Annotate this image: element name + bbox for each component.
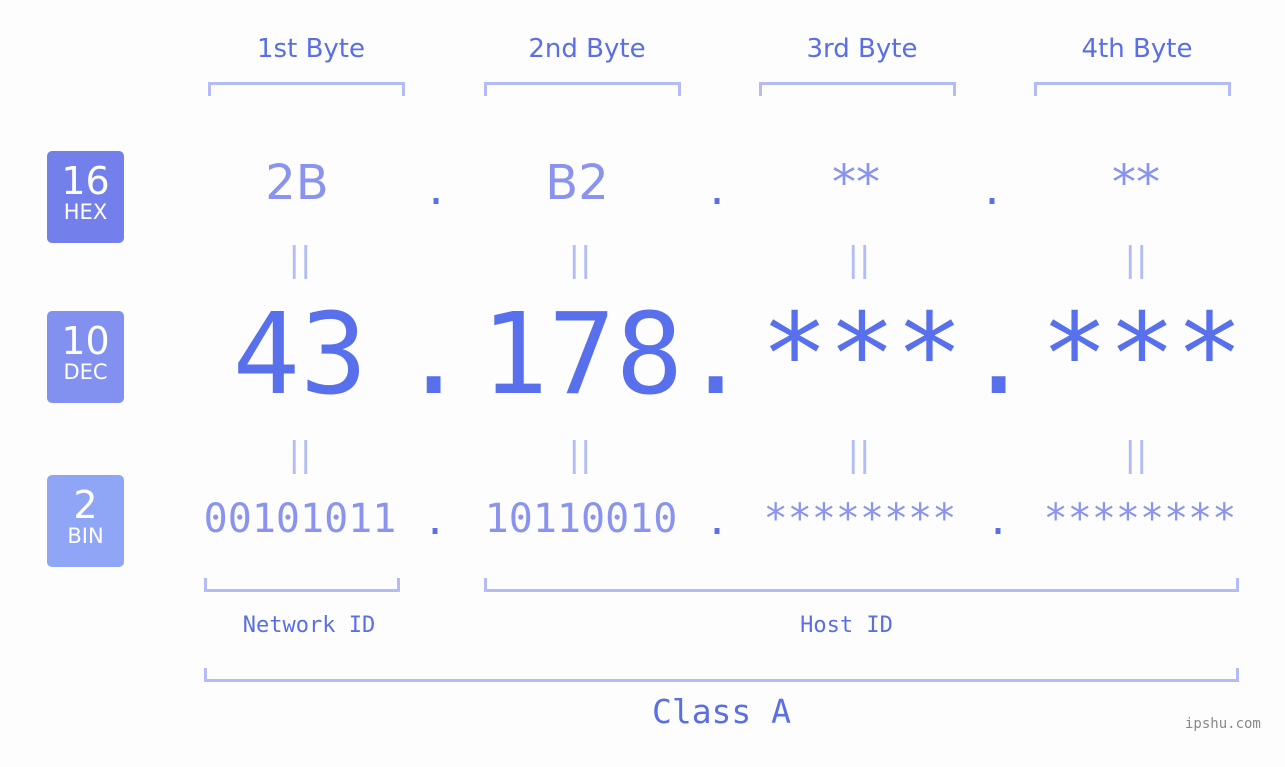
hex-byte-2: B2 [545,155,609,211]
bin-separator-2: . [705,498,730,544]
equals-dec-bin-2: || [568,435,592,475]
byte-label-3: 3rd Byte [806,34,918,64]
bin-badge: 2 BIN [47,475,124,567]
hex-separator-3: . [980,168,1005,214]
byte-label-1: 1st Byte [257,34,365,64]
equals-dec-bin-1: || [288,435,312,475]
class-bracket [204,668,1239,682]
hex-separator-2: . [705,168,730,214]
dec-badge-number: 10 [61,319,110,363]
hex-badge-label: HEX [63,200,108,224]
equals-hex-dec-2: || [568,240,592,280]
hex-badge-number: 16 [61,159,110,203]
byte-bracket-4 [1034,82,1231,96]
network-id-bracket [204,578,400,592]
dec-badge-label: DEC [63,360,108,384]
hex-byte-4: ** [1112,155,1160,211]
class-label: Class A [651,692,792,731]
bin-byte-2: 10110010 [484,496,678,542]
dec-separator-3: . [965,290,1033,420]
equals-dec-bin-4: || [1124,435,1148,475]
equals-hex-dec-4: || [1124,240,1148,280]
dec-separator-2: . [682,290,750,420]
bin-separator-1: . [423,498,448,544]
byte-label-2: 2nd Byte [528,34,646,64]
bin-byte-1: 00101011 [203,496,397,542]
hex-separator-1: . [424,168,449,214]
dec-separator-1: . [400,290,468,420]
hex-byte-1: 2B [265,155,329,211]
bin-badge-number: 2 [73,483,98,527]
dec-byte-2: 178 [480,290,684,420]
hex-badge: 16 HEX [47,151,124,243]
bin-badge-label: BIN [67,524,104,548]
dec-byte-1: 43 [232,290,368,420]
watermark: ipshu.com [1185,716,1261,732]
network-id-label: Network ID [242,613,376,638]
equals-hex-dec-1: || [288,240,312,280]
host-id-bracket [484,578,1239,592]
equals-hex-dec-3: || [847,240,871,280]
bin-byte-3: ******** [763,496,957,542]
byte-bracket-2 [484,82,681,96]
dec-badge: 10 DEC [47,311,124,403]
byte-label-4: 4th Byte [1081,34,1193,64]
byte-bracket-1 [208,82,405,96]
host-id-label: Host ID [800,613,893,638]
bin-byte-4: ******** [1043,496,1237,542]
hex-byte-3: ** [832,155,880,211]
equals-dec-bin-3: || [847,435,871,475]
dec-byte-3: *** [760,290,964,420]
bin-separator-3: . [986,498,1011,544]
dec-byte-4: *** [1040,290,1244,420]
byte-bracket-3 [759,82,956,96]
